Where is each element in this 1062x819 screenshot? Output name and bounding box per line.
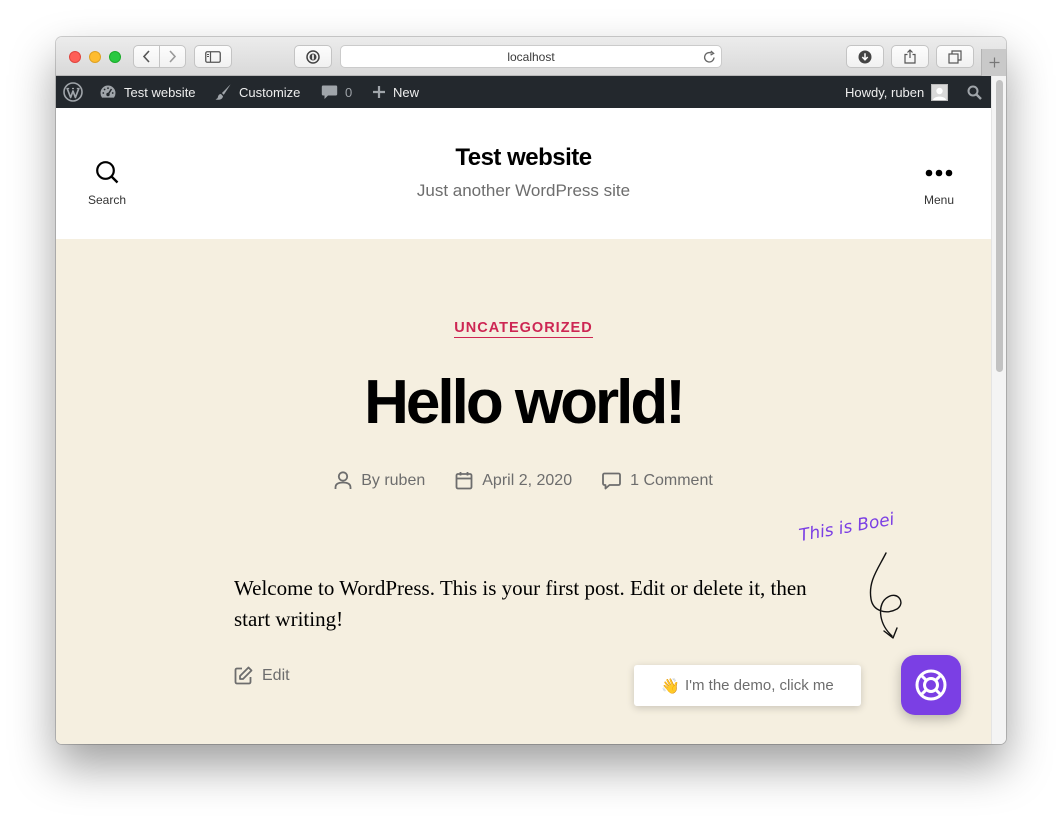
search-icon (967, 85, 982, 100)
user-icon (334, 471, 352, 489)
more-dots-icon (925, 169, 953, 177)
plus-icon (989, 57, 999, 68)
post-title: Hello world! (364, 368, 686, 437)
post-author: By ruben (334, 471, 425, 490)
reload-icon[interactable] (703, 50, 716, 64)
edit-post-link[interactable]: Edit (234, 666, 290, 685)
category-link[interactable]: UNCATEGORIZED (454, 320, 593, 338)
site-title[interactable]: Test website (56, 144, 991, 172)
sidebar-toggle-button[interactable] (194, 45, 232, 68)
menu-toggle-label: Menu (923, 193, 955, 207)
demo-speech-bubble[interactable]: 👋 I'm the demo, click me (634, 665, 861, 706)
chevron-left-icon (142, 50, 150, 63)
share-button[interactable] (891, 45, 929, 68)
lifebuoy-icon (915, 669, 947, 701)
tabs-overview-icon (948, 49, 962, 64)
back-button[interactable] (134, 46, 159, 67)
site-tagline: Just another WordPress site (416, 181, 631, 200)
new-label: New (393, 84, 420, 100)
post-category: UNCATEGORIZED (56, 319, 991, 338)
calendar-icon (455, 472, 473, 490)
address-bar[interactable]: localhost (340, 45, 722, 68)
post-body-text: Welcome to WordPress. This is your first… (234, 576, 807, 631)
page-scrollbar[interactable] (991, 76, 1006, 744)
sidebar-icon (205, 50, 221, 63)
paintbrush-icon (215, 84, 231, 100)
dashboard-icon (100, 85, 116, 98)
comment-bubble-icon (602, 472, 621, 489)
password-icon (306, 49, 320, 64)
chevron-right-icon (169, 50, 177, 63)
downloads-button[interactable] (846, 45, 884, 68)
boei-widget-button[interactable] (901, 655, 961, 715)
new-content-menu[interactable]: New (372, 76, 419, 108)
site-name-menu[interactable]: Test website (99, 76, 196, 108)
post-meta: By ruben April 2, 2020 1 Comment (56, 471, 991, 490)
browser-toolbar: localhost (56, 37, 1006, 76)
new-tab-button[interactable] (981, 49, 1006, 76)
post-comments: 1 Comment (602, 471, 713, 490)
author-link[interactable]: By ruben (361, 472, 425, 490)
date-link[interactable]: April 2, 2020 (482, 472, 572, 490)
comments-link[interactable]: 0 (321, 76, 352, 108)
menu-toggle-button[interactable]: Menu (916, 160, 962, 207)
edit-label: Edit (262, 666, 290, 684)
wp-admin-bar: Test website Customize 0 New Howdy, rube… (56, 76, 991, 108)
site-header: Search Test website Just another WordPre… (56, 108, 991, 239)
password-manager-button[interactable] (294, 45, 332, 68)
default-avatar-icon (933, 87, 947, 100)
scrollbar-thumb[interactable] (996, 80, 1003, 372)
post-date: April 2, 2020 (455, 471, 572, 490)
admin-search-button[interactable] (967, 76, 982, 108)
customize-link[interactable]: Customize (214, 76, 300, 108)
close-window-button[interactable] (69, 51, 81, 63)
url-text: localhost (507, 50, 555, 64)
show-tabs-button[interactable] (936, 45, 974, 68)
navigation-buttons (133, 45, 186, 68)
comments-link[interactable]: 1 Comment (630, 472, 713, 490)
curly-arrow-icon (869, 552, 902, 639)
browser-window: localhost Test website Customize 0 New H… (56, 37, 1006, 744)
edit-pencil-icon (234, 666, 253, 685)
forward-button[interactable] (160, 46, 185, 67)
comment-bubble-icon (321, 85, 338, 99)
post-content-area: UNCATEGORIZED Hello world! By ruben Apri… (56, 239, 991, 744)
plus-icon (373, 86, 385, 98)
wordpress-logo-menu[interactable] (63, 76, 83, 108)
comments-count: 0 (345, 84, 353, 100)
download-icon (858, 50, 872, 63)
site-name-label: Test website (124, 84, 196, 100)
wordpress-logo-icon (63, 82, 83, 102)
my-account-menu[interactable]: Howdy, ruben (845, 76, 949, 108)
boei-callout-text: This is Boei (797, 509, 896, 546)
waving-hand-icon: 👋 (661, 677, 680, 695)
minimize-window-button[interactable] (89, 51, 101, 63)
demo-bubble-text: I'm the demo, click me (684, 677, 834, 694)
avatar (931, 83, 949, 101)
howdy-label: Howdy, ruben (845, 84, 925, 100)
share-icon (904, 49, 916, 64)
customize-label: Customize (239, 84, 301, 100)
zoom-window-button[interactable] (109, 51, 121, 63)
